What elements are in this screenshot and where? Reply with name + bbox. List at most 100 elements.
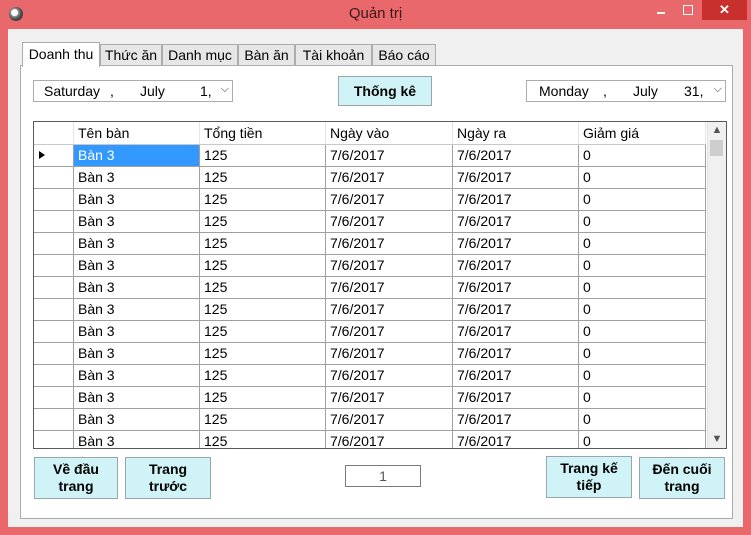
row-header[interactable] bbox=[34, 255, 74, 276]
table-cell[interactable]: Bàn 3 bbox=[74, 233, 200, 254]
table-row[interactable]: Bàn 3 125 7/6/2017 7/6/2017 0 bbox=[34, 365, 706, 387]
table-cell[interactable]: Bàn 3 bbox=[74, 145, 200, 166]
table-cell[interactable]: 7/6/2017 bbox=[453, 431, 579, 448]
row-header[interactable] bbox=[34, 167, 74, 188]
last-page-button[interactable]: Đến cuối trang bbox=[639, 457, 725, 499]
table-cell[interactable]: 7/6/2017 bbox=[453, 255, 579, 276]
table-cell[interactable]: 7/6/2017 bbox=[453, 365, 579, 386]
table-row[interactable]: Bàn 3 125 7/6/2017 7/6/2017 0 bbox=[34, 189, 706, 211]
table-cell[interactable]: Bàn 3 bbox=[74, 365, 200, 386]
tab-danh-muc[interactable]: Danh mục bbox=[162, 44, 238, 65]
table-cell[interactable]: 7/6/2017 bbox=[453, 343, 579, 364]
table-cell[interactable]: Bàn 3 bbox=[74, 299, 200, 320]
table-cell[interactable]: 7/6/2017 bbox=[326, 387, 453, 408]
table-row[interactable]: Bàn 3 125 7/6/2017 7/6/2017 0 bbox=[34, 277, 706, 299]
table-cell[interactable]: 125 bbox=[200, 233, 326, 254]
table-cell[interactable]: 0 bbox=[579, 365, 706, 386]
table-row[interactable]: Bàn 3 125 7/6/2017 7/6/2017 0 bbox=[34, 211, 706, 233]
table-cell[interactable]: 0 bbox=[579, 255, 706, 276]
scroll-down-icon[interactable]: ▼ bbox=[708, 431, 726, 448]
table-cell[interactable]: Bàn 3 bbox=[74, 343, 200, 364]
row-header[interactable] bbox=[34, 343, 74, 364]
table-row[interactable]: Bàn 3 125 7/6/2017 7/6/2017 0 bbox=[34, 321, 706, 343]
table-cell[interactable]: 125 bbox=[200, 145, 326, 166]
row-header[interactable] bbox=[34, 189, 74, 210]
table-cell[interactable]: 0 bbox=[579, 189, 706, 210]
table-cell[interactable]: 7/6/2017 bbox=[453, 233, 579, 254]
date-from-picker[interactable]: Saturday , July 1, ⌵ bbox=[33, 80, 233, 102]
table-cell[interactable]: Bàn 3 bbox=[74, 431, 200, 448]
table-cell[interactable]: 0 bbox=[579, 387, 706, 408]
table-cell[interactable]: 125 bbox=[200, 277, 326, 298]
table-cell[interactable]: 7/6/2017 bbox=[453, 277, 579, 298]
table-cell[interactable]: 7/6/2017 bbox=[326, 299, 453, 320]
row-header[interactable] bbox=[34, 431, 74, 448]
vertical-scrollbar[interactable]: ▲ ▼ bbox=[707, 122, 726, 448]
column-header-ten-ban[interactable]: Tên bàn bbox=[74, 122, 200, 144]
title-bar[interactable]: Quản trị ✕ bbox=[0, 0, 751, 28]
column-header-tong-tien[interactable]: Tổng tiền bbox=[200, 122, 326, 144]
table-cell[interactable]: 7/6/2017 bbox=[326, 167, 453, 188]
table-cell[interactable]: 125 bbox=[200, 189, 326, 210]
table-cell[interactable]: 125 bbox=[200, 365, 326, 386]
table-cell[interactable]: 7/6/2017 bbox=[453, 167, 579, 188]
table-cell[interactable]: 7/6/2017 bbox=[326, 233, 453, 254]
table-cell[interactable]: 125 bbox=[200, 167, 326, 188]
table-cell[interactable]: Bàn 3 bbox=[74, 277, 200, 298]
row-header[interactable] bbox=[34, 277, 74, 298]
table-row[interactable]: Bàn 3 125 7/6/2017 7/6/2017 0 bbox=[34, 255, 706, 277]
column-header-giam-gia[interactable]: Giảm giá bbox=[579, 122, 706, 144]
chevron-down-icon[interactable]: ⌵ bbox=[221, 83, 229, 96]
table-row[interactable]: Bàn 3 125 7/6/2017 7/6/2017 0 bbox=[34, 167, 706, 189]
table-row[interactable]: Bàn 3 125 7/6/2017 7/6/2017 0 bbox=[34, 343, 706, 365]
table-cell[interactable]: 125 bbox=[200, 343, 326, 364]
row-header[interactable] bbox=[34, 365, 74, 386]
table-cell[interactable]: 0 bbox=[579, 409, 706, 430]
table-cell[interactable]: 0 bbox=[579, 277, 706, 298]
column-header-ngay-vao[interactable]: Ngày vào bbox=[326, 122, 453, 144]
table-row[interactable]: Bàn 3 125 7/6/2017 7/6/2017 0 bbox=[34, 409, 706, 431]
table-cell[interactable]: 7/6/2017 bbox=[326, 321, 453, 342]
table-cell[interactable]: Bàn 3 bbox=[74, 255, 200, 276]
row-header[interactable] bbox=[34, 233, 74, 254]
table-cell[interactable]: Bàn 3 bbox=[74, 167, 200, 188]
tab-tai-khoan[interactable]: Tài khoản bbox=[295, 44, 372, 65]
table-cell[interactable]: 125 bbox=[200, 321, 326, 342]
table-cell[interactable]: 125 bbox=[200, 431, 326, 448]
scroll-up-icon[interactable]: ▲ bbox=[708, 122, 726, 139]
table-cell[interactable]: 7/6/2017 bbox=[326, 189, 453, 210]
column-header-ngay-ra[interactable]: Ngày ra bbox=[453, 122, 579, 144]
table-cell[interactable]: 7/6/2017 bbox=[326, 277, 453, 298]
table-cell[interactable]: 0 bbox=[579, 211, 706, 232]
table-cell[interactable]: 0 bbox=[579, 343, 706, 364]
table-cell[interactable]: Bàn 3 bbox=[74, 321, 200, 342]
first-page-button[interactable]: Về đầu trang bbox=[34, 457, 118, 499]
table-row[interactable]: Bàn 3 125 7/6/2017 7/6/2017 0 bbox=[34, 387, 706, 409]
table-cell[interactable]: 7/6/2017 bbox=[326, 343, 453, 364]
table-cell[interactable]: 7/6/2017 bbox=[453, 387, 579, 408]
table-cell[interactable]: Bàn 3 bbox=[74, 189, 200, 210]
row-header[interactable] bbox=[34, 321, 74, 342]
close-button[interactable]: ✕ bbox=[702, 0, 747, 20]
row-header[interactable] bbox=[34, 387, 74, 408]
tab-bao-cao[interactable]: Báo cáo bbox=[372, 44, 436, 65]
table-cell[interactable]: 7/6/2017 bbox=[453, 321, 579, 342]
table-cell[interactable]: 0 bbox=[579, 299, 706, 320]
table-cell[interactable]: Bàn 3 bbox=[74, 409, 200, 430]
tab-ban-an[interactable]: Bàn ăn bbox=[238, 44, 295, 65]
table-cell[interactable]: 7/6/2017 bbox=[453, 189, 579, 210]
table-cell[interactable]: Bàn 3 bbox=[74, 211, 200, 232]
table-cell[interactable]: 125 bbox=[200, 211, 326, 232]
revenue-grid[interactable]: Tên bàn Tổng tiền Ngày vào Ngày ra Giảm … bbox=[33, 121, 727, 449]
maximize-button[interactable] bbox=[674, 0, 701, 20]
minimize-button[interactable] bbox=[645, 0, 673, 20]
tab-doanh-thu[interactable]: Doanh thu bbox=[22, 42, 100, 67]
date-to-picker[interactable]: Monday , July 31, ⌵ bbox=[526, 80, 726, 102]
table-cell[interactable]: 125 bbox=[200, 255, 326, 276]
table-row[interactable]: Bàn 3 125 7/6/2017 7/6/2017 0 bbox=[34, 233, 706, 255]
table-cell[interactable]: 7/6/2017 bbox=[326, 211, 453, 232]
row-header[interactable] bbox=[34, 409, 74, 430]
row-header[interactable] bbox=[34, 145, 74, 166]
table-cell[interactable]: 125 bbox=[200, 409, 326, 430]
table-cell[interactable]: 0 bbox=[579, 167, 706, 188]
